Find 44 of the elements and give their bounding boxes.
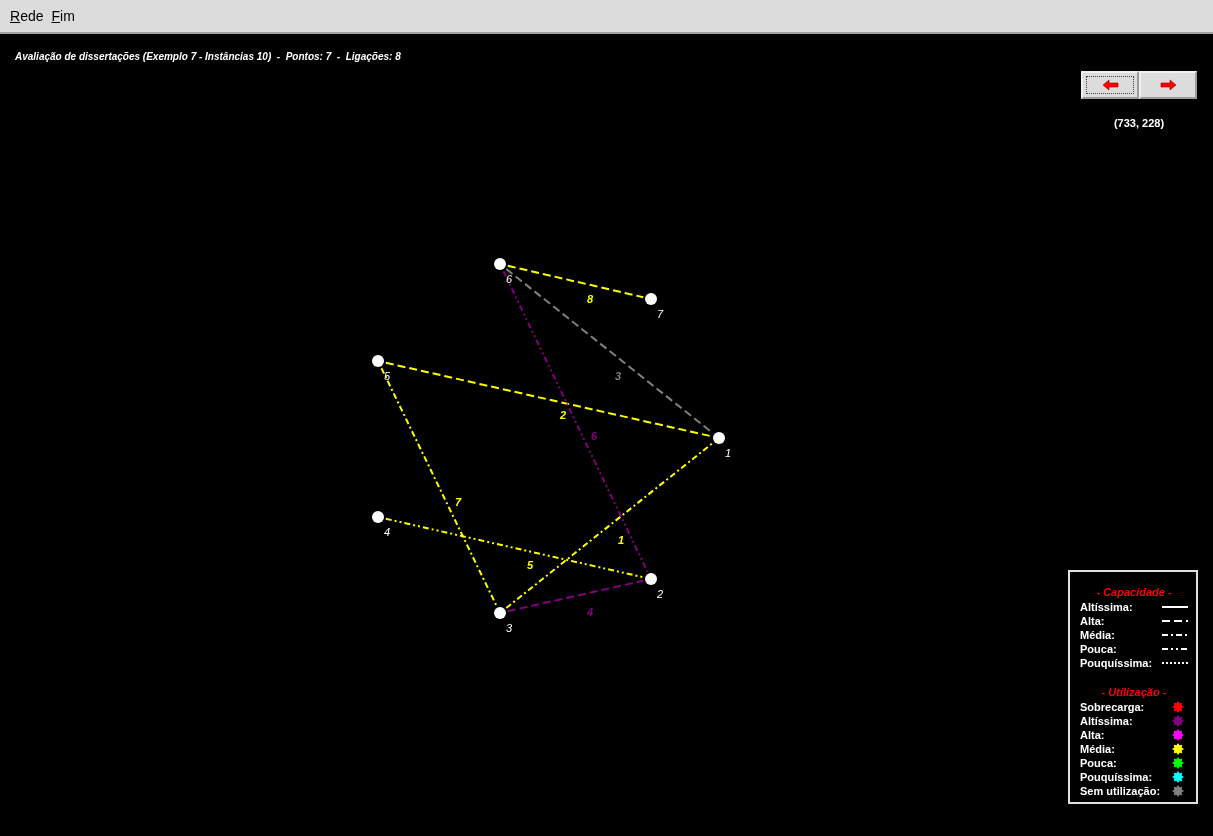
node-circle[interactable]: [645, 573, 657, 585]
legend-label: Sobrecarga:: [1080, 701, 1145, 713]
legend-label: Sem utilização:: [1080, 785, 1161, 797]
cursor-coordinates: (733, 228): [1113, 117, 1165, 129]
node-label: 1: [725, 447, 732, 459]
legend-label: Pouca:: [1080, 757, 1117, 769]
menu-item[interactable]: Rede: [10, 8, 44, 24]
legend-label: Média:: [1080, 743, 1115, 755]
link-label: 5: [526, 559, 534, 571]
node-label: 5: [384, 370, 391, 382]
node-circle[interactable]: [713, 432, 725, 444]
legend-label: Pouca:: [1080, 643, 1117, 655]
link-label: 6: [590, 430, 598, 442]
network-title: Avaliação de dissertações (Exemplo 7 - Instâncias 10) - Pontos: 7 - Ligações: 8: [15, 51, 401, 62]
link-label: 4: [586, 606, 594, 618]
node-label: 7: [657, 308, 664, 320]
legend-heading: - Utilização -: [1100, 686, 1168, 698]
node-circle[interactable]: [494, 607, 506, 619]
legend-label: Média:: [1080, 629, 1115, 641]
link-label: 7: [454, 496, 462, 508]
node-circle[interactable]: [372, 355, 384, 367]
legend-label: Alta:: [1080, 615, 1105, 627]
legend-label: Alta:: [1080, 729, 1105, 741]
node-circle[interactable]: [372, 511, 384, 523]
node-label: 4: [384, 526, 391, 538]
next-button[interactable]: [1139, 71, 1197, 99]
link-label: 3: [614, 370, 622, 382]
legend-label: Altíssima:: [1080, 715, 1133, 727]
link-label: 8: [586, 293, 594, 305]
link-label: 2: [559, 409, 567, 421]
node-label: 2: [657, 588, 664, 600]
left-arrow-icon: [1101, 79, 1119, 91]
right-arrow-icon: [1159, 79, 1177, 91]
node-circle[interactable]: [494, 258, 506, 270]
menu-item[interactable]: Fim: [51, 8, 75, 24]
node-circle[interactable]: [645, 293, 657, 305]
node-label: 6: [506, 273, 513, 285]
legend-label: Pouquíssima:: [1080, 771, 1153, 783]
node-label: 3: [506, 622, 513, 634]
link-label: 1: [617, 534, 625, 546]
legend-label: Altíssima:: [1080, 601, 1133, 613]
previous-button[interactable]: [1081, 71, 1139, 99]
legend-label: Pouquíssima:: [1080, 657, 1153, 669]
legend-heading: - Capacidade -: [1095, 586, 1173, 598]
